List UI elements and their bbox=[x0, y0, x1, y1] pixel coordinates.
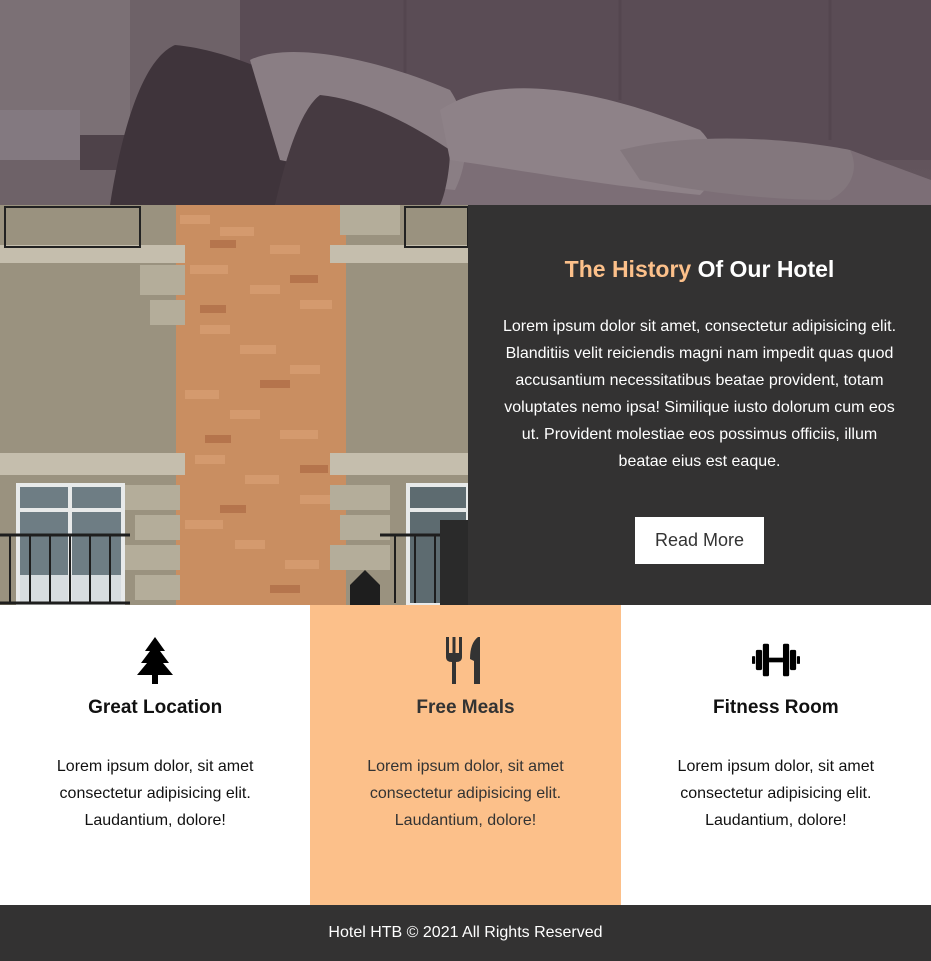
feature-free-meals: Free Meals Lorem ipsum dolor, sit amet c… bbox=[310, 605, 621, 905]
footer-copyright: Hotel HTB © 2021 All Rights Reserved bbox=[328, 924, 603, 941]
history-title-accent: The History bbox=[564, 256, 692, 282]
feature-fitness-room: Fitness Room Lorem ipsum dolor, sit amet… bbox=[621, 605, 931, 905]
footer: Hotel HTB © 2021 All Rights Reserved bbox=[0, 905, 931, 961]
hero-bedroom-image bbox=[0, 0, 931, 205]
history-description: Lorem ipsum dolor sit amet, consectetur … bbox=[502, 318, 897, 470]
feature-description: Lorem ipsum dolor, sit amet consectetur … bbox=[677, 758, 875, 829]
history-section: The History Of Our Hotel Lorem ipsum dol… bbox=[0, 205, 931, 605]
read-more-button[interactable]: Read More bbox=[635, 517, 764, 564]
feature-description: Lorem ipsum dolor, sit amet consectetur … bbox=[367, 758, 564, 829]
utensils-icon bbox=[441, 635, 489, 685]
history-title-rest: Of Our Hotel bbox=[691, 256, 835, 282]
history-panel: The History Of Our Hotel Lorem ipsum dol… bbox=[468, 205, 931, 605]
feature-title: Great Location bbox=[88, 697, 223, 718]
hero-banner bbox=[0, 0, 931, 205]
feature-great-location: Great Location Lorem ipsum dolor, sit am… bbox=[0, 605, 310, 905]
dumbbell-icon bbox=[751, 635, 800, 685]
tree-icon bbox=[131, 635, 179, 685]
history-title: The History Of Our Hotel bbox=[565, 255, 835, 283]
hotel-building-photo bbox=[0, 205, 468, 605]
feature-description: Lorem ipsum dolor, sit amet consectetur … bbox=[56, 758, 254, 829]
feature-title: Free Meals bbox=[416, 697, 515, 718]
features-section: Great Location Lorem ipsum dolor, sit am… bbox=[0, 605, 931, 905]
feature-title: Fitness Room bbox=[713, 697, 839, 718]
